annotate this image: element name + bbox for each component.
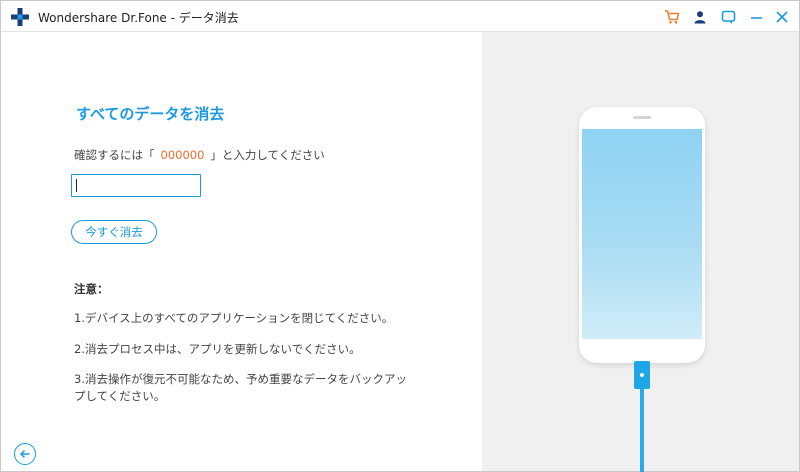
note-item: 2.消去プロセス中は、アプリを更新しないでください。 — [74, 342, 361, 356]
phone-screen — [582, 129, 702, 339]
app-window: Wondershare Dr.Fone - データ消去 すべてのデータを消去 確… — [0, 0, 800, 472]
phone-speaker — [633, 116, 651, 119]
usb-cable — [640, 389, 644, 472]
note-item: 1.デバイス上のすべてのアプリケーションを閉じてください。 — [74, 311, 394, 325]
minimize-icon — [750, 16, 762, 19]
close-button[interactable] — [771, 6, 793, 28]
account-button[interactable] — [689, 6, 711, 28]
close-icon — [776, 11, 788, 23]
arrow-left-icon — [19, 449, 30, 459]
note-item: 3.消去操作が復元不可能なため、予め重要なデータをバックアップしてください。 — [74, 372, 407, 403]
confirm-code: 000000 — [160, 148, 205, 162]
back-button[interactable] — [14, 443, 36, 465]
page-title: すべてのデータを消去 — [76, 105, 225, 123]
drfone-logo-icon — [11, 8, 29, 26]
cart-button[interactable] — [661, 6, 683, 28]
text-caret — [76, 179, 77, 192]
erase-panel — [1, 32, 482, 471]
title-bar: Wondershare Dr.Fone - データ消去 — [1, 1, 799, 32]
minimize-button[interactable] — [745, 6, 767, 28]
confirm-suffix: 」と入力してください — [210, 148, 325, 162]
cart-icon — [665, 10, 680, 24]
feedback-icon — [721, 10, 735, 24]
window-title: Wondershare Dr.Fone - データ消去 — [38, 11, 239, 25]
confirm-instruction: 確認するには「 000000 」と入力してください — [74, 147, 325, 163]
confirm-prefix: 確認するには「 — [74, 148, 155, 162]
account-icon — [694, 11, 706, 24]
erase-now-button[interactable]: 今すぐ消去 — [71, 220, 157, 244]
notes-title: 注意： — [74, 282, 109, 296]
feedback-button[interactable] — [717, 6, 739, 28]
confirm-code-input[interactable] — [71, 174, 201, 197]
usb-connector-dot — [640, 373, 644, 377]
